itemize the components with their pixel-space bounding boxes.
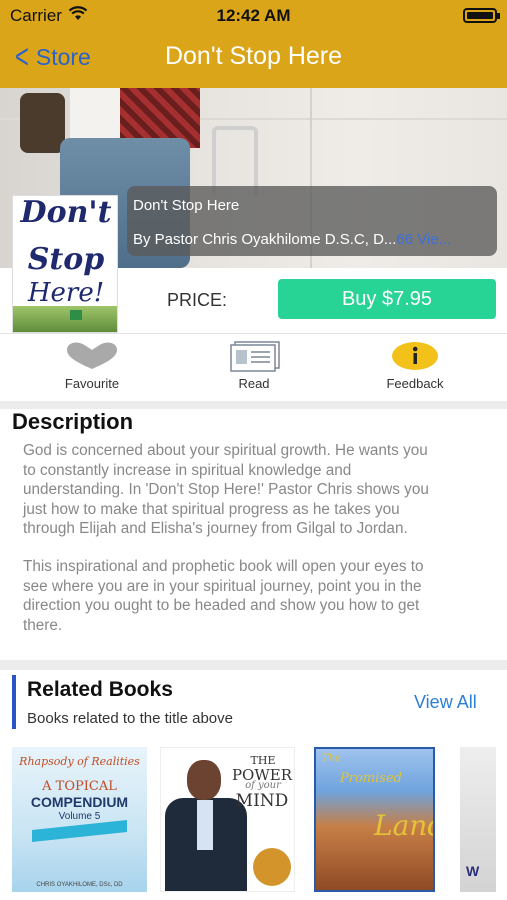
info-icon (360, 340, 470, 372)
cover-line-1: Don't (20, 195, 112, 230)
feedback-label: Feedback (386, 376, 444, 391)
book-cover-text: Land (374, 809, 433, 842)
description-line: there. (23, 616, 63, 634)
view-all-link[interactable]: View All (414, 692, 477, 713)
description-line: to constantly increase in spiritual know… (23, 461, 352, 479)
status-bar: Carrier 12:42 AM (0, 0, 507, 30)
navigation-bar: Carrier 12:42 AM < Store Don't Stop Here (0, 0, 507, 88)
book-icon (199, 340, 309, 372)
clock: 12:42 AM (216, 6, 291, 25)
book-info-card: Don't Stop Here By Pastor Chris Oyakhilo… (127, 186, 497, 256)
book-cover-text: COMPENDIUM (30, 794, 129, 810)
book-cover-text: The (322, 753, 342, 764)
book-cover-text: A TOPICAL (42, 779, 117, 794)
feedback-button[interactable]: Feedback (360, 340, 470, 391)
book-author: By Pastor Chris Oyakhilome D.S.C, D...66… (133, 231, 488, 248)
book-cover-text: Promised (340, 771, 402, 786)
description-line: God is concerned about your spiritual gr… (23, 442, 428, 459)
description-paragraph-2: This inspirational and prophetic book wi… (23, 557, 493, 635)
favourite-label: Favourite (64, 376, 120, 391)
battery-icon (463, 8, 500, 23)
book-title: Don't Stop Here (133, 197, 240, 214)
related-book-card[interactable]: W (460, 747, 496, 892)
book-cover-text: CHRIS OYAKHILOME, DSc, DD (36, 882, 123, 888)
book-cover-text: MIND (235, 791, 289, 811)
description-line: through Elijah and Elisha's journey from… (23, 520, 408, 537)
description-line: direction you ought to be headed and sho… (23, 597, 420, 614)
description-paragraph-1: God is concerned about your spiritual gr… (23, 441, 493, 539)
price-label: PRICE: (167, 290, 228, 310)
book-cover-text: of your (245, 780, 281, 791)
description-heading: Description (12, 409, 134, 434)
description-line: understanding. In 'Don't Stop Here!' Pas… (23, 481, 429, 498)
book-cover: Don't Stop Here! (12, 195, 118, 333)
view-count[interactable]: 66 Vie... (396, 231, 451, 248)
description-line: This inspirational and prophetic book wi… (23, 558, 424, 575)
action-bar: Favourite Read Feedback (0, 333, 507, 401)
description-line: see where you are in your spiritual jour… (23, 577, 422, 595)
favourite-button[interactable]: Favourite (37, 340, 147, 391)
cover-line-3: Here! (27, 278, 105, 308)
related-book-card[interactable]: The Promised Land (314, 747, 435, 892)
buy-button[interactable]: Buy $7.95 (278, 279, 496, 319)
section-divider (0, 401, 507, 409)
related-book-card[interactable]: Rhapsody of Realities A TOPICAL COMPENDI… (12, 747, 147, 892)
description-line: just how to make that spiritual progress… (23, 500, 400, 518)
related-book-card[interactable]: THE POWER of your MIND (160, 747, 295, 892)
related-books-subheading: Books related to the title above (27, 710, 233, 727)
read-label: Read (238, 376, 270, 391)
heart-icon (37, 340, 147, 372)
author-text: By Pastor Chris Oyakhilome D.S.C, D... (133, 231, 397, 248)
related-books-heading: Related Books (27, 678, 173, 701)
page-title: Don't Stop Here (164, 42, 343, 70)
section-accent-bar (12, 675, 16, 729)
section-divider (0, 660, 507, 670)
cover-line-2: Stop (27, 242, 105, 277)
book-cover-text: W (466, 863, 480, 879)
read-button[interactable]: Read (199, 340, 309, 391)
book-cover-text: Rhapsody of Realities (19, 755, 140, 768)
